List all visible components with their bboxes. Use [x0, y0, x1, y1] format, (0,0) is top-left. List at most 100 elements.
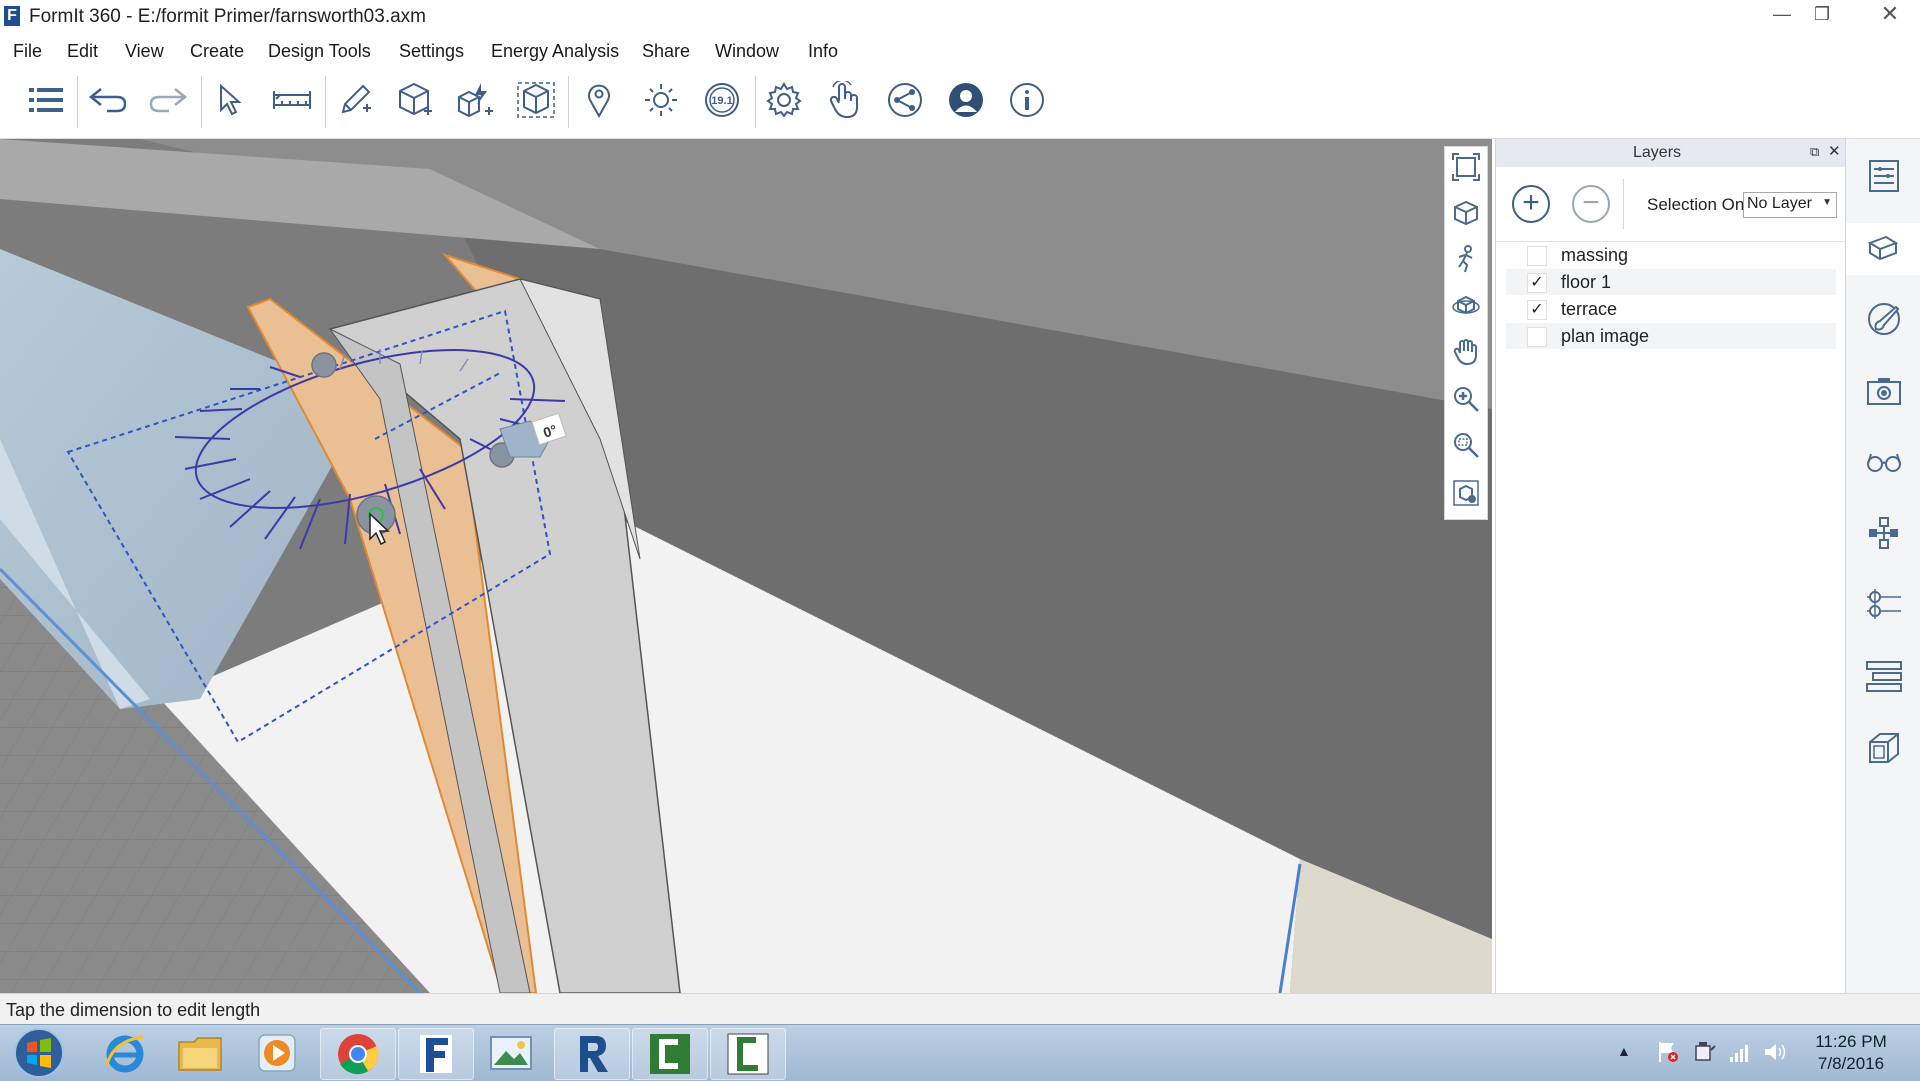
share-icon[interactable] [883, 78, 927, 122]
minimize-button[interactable]: — [1762, 0, 1802, 28]
chevron-down-icon: ▼ [1822, 197, 1832, 208]
orbit-icon[interactable] [1450, 289, 1482, 321]
volume-speaker-icon[interactable] [1762, 1040, 1788, 1069]
menu-settings[interactable]: Settings [399, 41, 464, 62]
remove-layer-button[interactable]: − [1572, 185, 1610, 223]
sun-icon[interactable] [639, 78, 683, 122]
app-logo-icon: F [4, 6, 20, 26]
version-badge-icon[interactable]: 19.1 [700, 78, 744, 122]
select-arrow-icon[interactable] [208, 78, 252, 122]
menu-energy-analysis[interactable]: Energy Analysis [491, 41, 619, 62]
menu-share[interactable]: Share [642, 41, 690, 62]
sketch-pencil-icon[interactable] [333, 78, 377, 122]
layer-row-floor-1[interactable]: ✓ floor 1 [1506, 269, 1836, 295]
media-player-icon[interactable] [240, 1028, 314, 1078]
file-explorer-icon[interactable] [163, 1028, 237, 1078]
window-title: FormIt 360 - E:/formit Primer/farnsworth… [29, 6, 426, 27]
layers-panel-header: Layers ⧉ ✕ [1496, 139, 1845, 167]
camtasia-studio-icon[interactable] [710, 1028, 786, 1080]
main-toolbar: 19.1 [0, 68, 1920, 139]
properties-icon[interactable] [1859, 151, 1909, 201]
menu-edit[interactable]: Edit [67, 41, 98, 62]
formit-icon[interactable] [398, 1028, 474, 1080]
layer-name: plan image [1561, 326, 1650, 346]
view-cube-icon[interactable] [1450, 197, 1482, 229]
layer-visibility-checkbox[interactable] [1527, 327, 1547, 347]
layers-panel: Layers ⧉ ✕ + − Selection On No Layer ▼ m… [1495, 139, 1845, 993]
camtasia-recorder-icon[interactable] [632, 1028, 708, 1080]
list-icon[interactable] [24, 78, 68, 122]
stacked-groups-icon[interactable] [1859, 651, 1909, 701]
layer-visibility-checkbox[interactable]: ✓ [1527, 273, 1547, 293]
photos-icon[interactable] [474, 1028, 548, 1078]
layer-visibility-checkbox[interactable] [1527, 246, 1547, 266]
info-icon[interactable] [1005, 78, 1049, 122]
layer-name: massing [1561, 245, 1629, 265]
grip-handle[interactable] [311, 352, 337, 378]
revit-icon[interactable] [554, 1028, 630, 1080]
undo-icon[interactable] [86, 78, 130, 122]
status-bar: Tap the dimension to edit length [0, 993, 1920, 1025]
zoom-window-icon[interactable] [1450, 429, 1482, 461]
view-glasses-icon[interactable] [1859, 437, 1909, 487]
right-sidebar [1845, 139, 1920, 993]
title-bar: F FormIt 360 - E:/formit Primer/farnswor… [0, 0, 1920, 34]
add-cube-icon[interactable] [393, 78, 437, 122]
scenes-camera-icon[interactable] [1859, 366, 1909, 416]
panel-close-icon[interactable]: ✕ [1828, 142, 1841, 160]
layers-icon[interactable] [1846, 223, 1920, 275]
menu-bar: File Edit View Create Design Tools Setti… [0, 34, 1920, 68]
undock-icon[interactable]: ⧉ [1810, 144, 1819, 160]
settings-gear-icon[interactable] [762, 78, 806, 122]
zoom-extents-icon[interactable] [1450, 151, 1482, 183]
windows-taskbar: ▲ 11:26 PM 7/8/2016 [0, 1024, 1920, 1081]
maximize-button[interactable]: ❐ [1802, 0, 1842, 28]
materials-brush-icon[interactable] [1859, 294, 1909, 344]
layers-panel-title: Layers [1633, 144, 1682, 161]
action-center-flag-icon[interactable] [1656, 1040, 1680, 1069]
network-signal-icon[interactable] [1728, 1040, 1752, 1069]
power-battery-icon[interactable] [1693, 1040, 1717, 1069]
navigation-toolbar [1444, 146, 1488, 520]
show-hidden-icons-icon[interactable]: ▲ [1617, 1043, 1631, 1059]
menu-design-tools[interactable]: Design Tools [268, 41, 371, 62]
menu-create[interactable]: Create [190, 41, 244, 62]
measure-icon[interactable] [270, 78, 314, 122]
version-badge-text: 19.1 [711, 95, 732, 107]
selection-layer-dropdown[interactable]: No Layer ▼ [1743, 192, 1837, 218]
redo-icon[interactable] [146, 78, 190, 122]
groups-tree-icon[interactable] [1859, 508, 1909, 558]
menu-window[interactable]: Window [715, 41, 779, 62]
layer-visibility-checkbox[interactable]: ✓ [1527, 300, 1547, 320]
layer-row-terrace[interactable]: ✓ terrace [1506, 296, 1836, 322]
user-profile-icon[interactable] [944, 78, 988, 122]
start-button[interactable] [4, 1028, 74, 1078]
layer-row-plan-image[interactable]: plan image [1506, 323, 1836, 349]
internet-explorer-icon[interactable] [88, 1028, 162, 1078]
clock-time: 11:26 PM [1815, 1032, 1887, 1051]
object-cube-icon[interactable] [1859, 723, 1909, 773]
menu-file[interactable]: File [13, 41, 42, 62]
selection-on-label: Selection On [1647, 195, 1745, 214]
close-button[interactable]: ✕ [1862, 0, 1918, 28]
layer-name: floor 1 [1561, 272, 1612, 292]
system-clock[interactable]: 11:26 PM 7/8/2016 [1796, 1031, 1906, 1075]
touch-gesture-icon[interactable] [822, 78, 866, 122]
3d-viewport[interactable]: 0° [0, 139, 1492, 993]
add-layer-button[interactable]: + [1512, 185, 1550, 223]
levels-icon[interactable] [1859, 579, 1909, 629]
clock-date: 7/8/2016 [1817, 1054, 1885, 1073]
add-cube-lightning-icon[interactable] [453, 78, 497, 122]
walk-icon[interactable] [1450, 243, 1482, 275]
zoom-in-icon[interactable] [1450, 383, 1482, 415]
camera-view-icon[interactable] [1450, 477, 1482, 509]
menu-view[interactable]: View [125, 41, 164, 62]
layer-name: terrace [1561, 299, 1618, 319]
pan-hand-icon[interactable] [1450, 335, 1482, 367]
group-cube-icon[interactable] [514, 78, 558, 122]
layer-row-massing[interactable]: massing [1506, 242, 1836, 268]
location-pin-icon[interactable] [577, 78, 621, 122]
menu-info[interactable]: Info [808, 41, 838, 62]
chrome-icon[interactable] [320, 1028, 396, 1080]
status-message: Tap the dimension to edit length [6, 1000, 261, 1020]
